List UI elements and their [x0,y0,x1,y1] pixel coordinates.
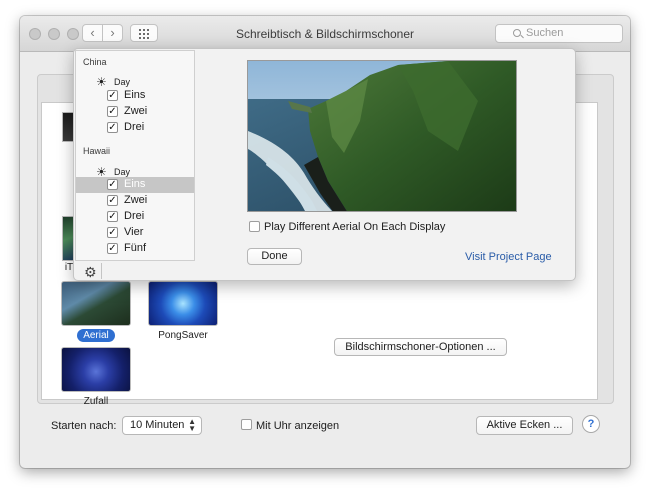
video-item-china-eins[interactable]: ✓ Eins [76,88,194,104]
video-checkbox[interactable]: ✓ [107,211,118,222]
video-label: Zwei [124,105,148,117]
screensaver-options-button[interactable]: Bildschirmschoner-Optionen ... [334,338,507,356]
video-checkbox[interactable]: ✓ [107,243,118,254]
updown-arrows-icon: ▲ ▼ [188,417,196,433]
video-label: Zwei [124,194,148,206]
video-item-china-drei[interactable]: ✓ Drei [76,120,194,136]
search-field[interactable]: Suchen [495,24,623,43]
video-checkbox[interactable]: ✓ [107,90,118,101]
play-different-checkbox[interactable] [249,221,260,232]
show-clock-checkbox[interactable] [241,419,252,430]
start-after-value: 10 Minuten [130,419,185,431]
search-placeholder: Suchen [526,27,564,39]
video-label: Drei [124,121,145,133]
video-item-hawaii-eins[interactable]: ✓ Eins [76,177,194,193]
visit-project-page-link[interactable]: Visit Project Page [465,251,552,263]
done-button[interactable]: Done [247,248,302,265]
screensaver-item-zufall[interactable]: Zufall [61,347,131,407]
screensaver-label: Zufall [83,396,109,407]
video-item-hawaii-vier[interactable]: ✓ Vier [76,225,194,241]
screensaver-label: Aerial [77,329,115,342]
video-label: Eins [124,178,146,190]
time-of-day-label: Day [114,167,131,177]
video-item-hawaii-drei[interactable]: ✓ Drei [76,209,194,225]
group-title-china: China [83,57,107,67]
gear-icon[interactable]: ⚙ [84,264,97,281]
screensaver-item-aerial[interactable]: Aerial [61,281,131,342]
screensaver-item-pongsaver[interactable]: PongSaver [148,281,218,341]
aerial-video-preview [247,60,517,212]
help-button[interactable]: ? [582,415,600,433]
hot-corners-button[interactable]: Aktive Ecken ... [476,416,573,435]
video-checkbox[interactable]: ✓ [107,195,118,206]
video-label: Drei [124,210,145,222]
time-of-day-label: Day [114,77,131,87]
pongsaver-thumbnail [148,281,218,326]
aerial-thumbnail [61,281,131,326]
video-checkbox[interactable]: ✓ [107,179,118,190]
start-after-label: Starten nach: [51,420,117,432]
aerial-video-list[interactable]: China ☀ Day ✓ Eins ✓ Zwei ✓ Drei Hawaii … [75,50,195,261]
group-title-hawaii: Hawaii [83,146,111,156]
video-item-hawaii-fuenf[interactable]: ✓ Fünf [76,241,194,257]
start-after-popup[interactable]: 10 Minuten ▲ ▼ [122,416,202,435]
video-checkbox[interactable]: ✓ [107,227,118,238]
play-different-label: Play Different Aerial On Each Display [264,221,446,233]
video-item-china-zwei[interactable]: ✓ Zwei [76,104,194,120]
sun-icon: ☀ [96,75,107,89]
play-different-row[interactable]: Play Different Aerial On Each Display [249,221,445,233]
video-item-hawaii-zwei[interactable]: ✓ Zwei [76,193,194,209]
video-checkbox[interactable]: ✓ [107,122,118,133]
video-checkbox[interactable]: ✓ [107,106,118,117]
video-label: Vier [124,226,144,238]
title-bar: ‹ › Schreibtisch & Bildschirmschoner Suc… [20,16,630,52]
zufall-thumbnail [61,347,131,392]
search-icon [513,29,521,37]
video-label: Fünf [124,242,147,254]
screensaver-label: PongSaver [158,330,208,341]
hawaii-coastline-image [248,61,516,211]
screensaver-label: iT [64,262,74,273]
show-clock-label: Mit Uhr anzeigen [256,420,340,432]
video-label: Eins [124,89,146,101]
divider [101,263,102,279]
